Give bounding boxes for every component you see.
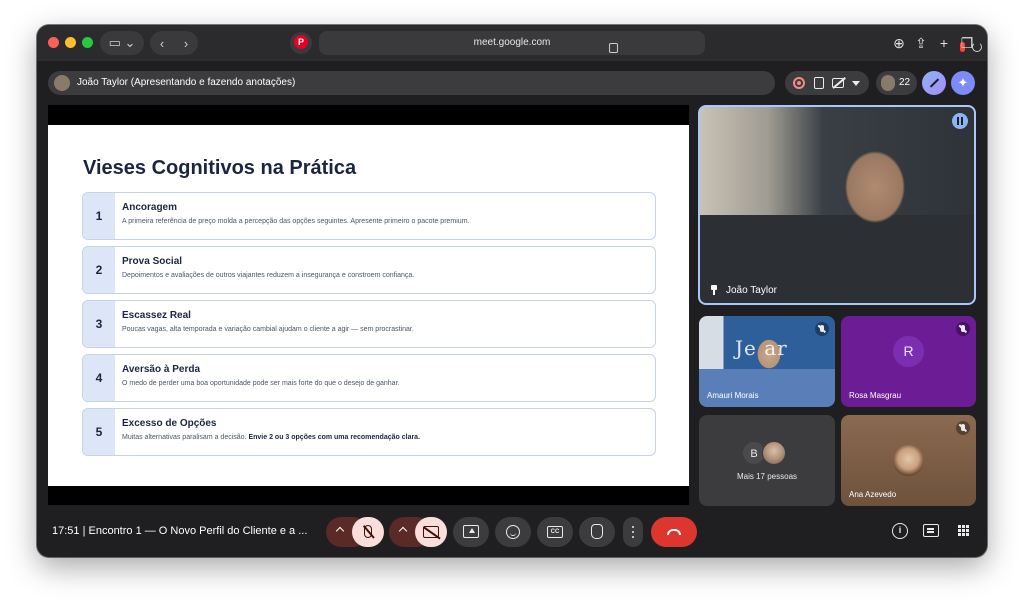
more-participants-tile[interactable]: B Mais 17 pessoas — [699, 415, 835, 506]
sidebar-toggle-button[interactable]: ▭ ⌄ — [100, 31, 144, 55]
slide-item-number: 2 — [83, 247, 115, 293]
host-controls — [785, 71, 869, 95]
slide: Vieses Cognitivos na Prática 1 Ancoragem… — [48, 125, 689, 486]
slide-item-number: 1 — [83, 193, 115, 239]
participant-count: 22 — [899, 77, 911, 88]
active-speaker-tile[interactable]: João Taylor — [698, 105, 976, 305]
participant-name: Amauri Morais — [707, 391, 759, 400]
slide-item-description: Poucas vagas, alta temporada e variação … — [122, 326, 414, 333]
more-participants-label: Mais 17 pessoas — [736, 472, 798, 481]
maximize-window-button[interactable] — [82, 37, 93, 48]
address-bar[interactable]: meet.google.com — [319, 31, 982, 55]
more-vertical-icon — [632, 526, 634, 528]
downloads-icon[interactable]: ⊕ — [887, 31, 911, 55]
camera-toggle-button[interactable] — [415, 517, 447, 547]
pin-icon[interactable] — [710, 285, 718, 295]
sidebar-icon: ▭ ⌄ — [108, 35, 136, 50]
share-icon[interactable]: ⇪ — [909, 31, 933, 55]
mic-muted-icon — [956, 421, 970, 435]
browser-window: ▭ ⌄ ‹ › meet.google.com ⊕ ⇪ + ❐ João Tay… — [37, 25, 987, 557]
history-nav: ‹ › — [150, 31, 198, 55]
slide-item-heading: Prova Social — [122, 256, 183, 267]
slide-item-heading: Aversão à Perda — [122, 364, 201, 375]
minimize-window-button[interactable] — [65, 37, 76, 48]
new-tab-icon[interactable]: + — [932, 31, 956, 55]
emoji-icon — [506, 525, 520, 539]
recording-icon[interactable] — [793, 77, 805, 89]
participant-tile[interactable]: Je ar Amauri Morais — [699, 316, 835, 407]
slide-item-description: A primeira referência de preço molda a p… — [122, 218, 470, 225]
slide-item-heading: Escassez Real — [122, 310, 191, 321]
leave-call-button[interactable] — [651, 517, 697, 547]
participant-avatar — [881, 75, 895, 91]
close-window-button[interactable] — [48, 37, 59, 48]
presenter-banner: João Taylor (Apresentando e fazendo anot… — [48, 71, 775, 95]
participant-tile[interactable]: R Rosa Masgrau — [841, 316, 976, 407]
avatar: R — [893, 336, 924, 367]
forward-button[interactable]: › — [184, 36, 188, 51]
slide-item-heading: Excesso de Opções — [122, 418, 217, 429]
captions-button[interactable]: CC — [537, 517, 573, 547]
info-icon[interactable]: i — [892, 523, 908, 539]
presenter-label: João Taylor (Apresentando e fazendo anot… — [77, 77, 296, 88]
hand-icon — [591, 524, 603, 539]
background-sign: Je ar — [735, 336, 788, 360]
present-button[interactable] — [453, 517, 489, 547]
phone-hangup-icon — [667, 529, 681, 535]
slide-item-number: 5 — [83, 409, 115, 455]
participant-tile[interactable]: Ana Azevedo — [841, 415, 976, 506]
slide-item: 5 Excesso de Opções Muitas alternativas … — [82, 408, 656, 456]
tab-overview-icon[interactable]: ❐ — [955, 31, 979, 55]
take-notes-icon[interactable] — [814, 77, 824, 89]
slide-title: Vieses Cognitivos na Prática — [83, 157, 357, 179]
slide-item-description: Muitas alternativas paralisam a decisão.… — [122, 434, 421, 441]
participant-name: Rosa Masgrau — [849, 391, 902, 400]
presentation-stage: Vieses Cognitivos na Prática 1 Ancoragem… — [48, 105, 689, 505]
mic-muted-icon — [815, 322, 829, 336]
chevron-down-icon[interactable] — [852, 81, 860, 86]
captions-icon: CC — [547, 526, 563, 538]
mic-muted-icon — [956, 322, 970, 336]
slide-item: 4 Aversão à Perda O medo de perder uma b… — [82, 354, 656, 402]
participants-button[interactable]: 22 — [876, 71, 917, 95]
avatar — [893, 445, 924, 476]
slide-item: 3 Escassez Real Poucas vagas, alta tempo… — [82, 300, 656, 348]
slide-item-number: 4 — [83, 355, 115, 401]
mic-off-icon — [364, 525, 372, 538]
reactions-button[interactable] — [495, 517, 531, 547]
chat-icon[interactable] — [923, 524, 939, 537]
activities-grid-icon[interactable] — [956, 523, 972, 539]
magic-pen-icon[interactable] — [922, 71, 946, 95]
more-options-button[interactable] — [623, 517, 643, 547]
camera-off-icon[interactable] — [832, 78, 844, 88]
raise-hand-button[interactable] — [579, 517, 615, 547]
participant-name: Ana Azevedo — [849, 490, 897, 499]
mic-toggle-button[interactable] — [352, 517, 384, 547]
presenter-avatar — [54, 75, 70, 91]
participant-name: João Taylor — [726, 285, 777, 296]
gemini-sparkle-icon[interactable]: ✦ — [951, 71, 975, 95]
meeting-info[interactable]: 17:51 | Encontro 1 — O Novo Perfil do Cl… — [52, 525, 307, 537]
slide-item-heading: Ancoragem — [122, 202, 178, 213]
slide-item: 2 Prova Social Depoimentos e avaliações … — [82, 246, 656, 294]
present-screen-icon — [463, 525, 479, 538]
slide-item-description: Depoimentos e avaliações de outros viaja… — [122, 272, 415, 279]
avatar — [762, 441, 786, 465]
speaking-indicator-icon — [952, 113, 968, 129]
pinterest-extension-icon[interactable] — [290, 32, 312, 54]
back-button[interactable]: ‹ — [160, 36, 164, 51]
slide-item: 1 Ancoragem A primeira referência de pre… — [82, 192, 656, 240]
slide-item-description: O medo de perder uma boa oportunidade po… — [122, 380, 400, 387]
video-off-icon — [423, 526, 439, 538]
url-text: meet.google.com — [473, 37, 551, 48]
browser-toolbar: ▭ ⌄ ‹ › meet.google.com ⊕ ⇪ + ❐ — [37, 25, 987, 61]
slide-item-number: 3 — [83, 301, 115, 347]
